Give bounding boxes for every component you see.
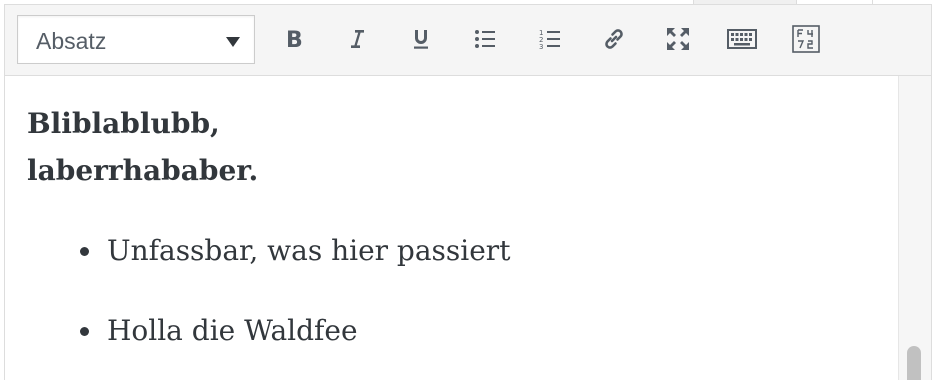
fullscreen-button[interactable]: [656, 17, 700, 61]
toggle-toolbar-button[interactable]: [720, 17, 764, 61]
italic-button[interactable]: [335, 17, 379, 61]
bullet-icon: [80, 327, 89, 336]
svg-text:B: B: [286, 28, 303, 51]
bold-paragraph: Bliblablubb, laberrhababer.: [27, 100, 258, 194]
keyboard-icon: [727, 29, 757, 49]
editor-toolbar: Absatz B 1 2 3: [5, 5, 931, 76]
numbered-list-button[interactable]: 1 2 3: [528, 17, 572, 61]
italic-icon: [351, 30, 364, 48]
editor-content[interactable]: Bliblablubb, laberrhababer. Unfassbar, w…: [5, 76, 898, 380]
link-icon: [605, 29, 623, 49]
character-map-button[interactable]: [784, 17, 828, 61]
paragraph-line: Bliblablubb,: [27, 107, 220, 140]
bold-button[interactable]: B: [272, 17, 316, 61]
bullet-list-icon: [475, 30, 495, 48]
underline-button[interactable]: [399, 17, 443, 61]
paragraph-line: laberrhababer.: [27, 154, 259, 187]
scrollbar-thumb[interactable]: [907, 346, 921, 380]
format-select-value: Absatz: [36, 28, 107, 54]
rich-text-editor: Absatz B 1 2 3 Bliblablubb, laberrhababe…: [4, 4, 932, 380]
svg-text:3: 3: [539, 43, 543, 51]
chevron-down-icon: [226, 37, 240, 47]
vertical-scrollbar[interactable]: [898, 76, 931, 380]
bold-icon: B: [286, 28, 303, 51]
numbered-list-icon: 1 2 3: [539, 29, 560, 51]
character-map-icon: [792, 25, 820, 53]
list-item-text: Holla die Waldfee: [107, 314, 358, 347]
fullscreen-icon: [667, 28, 689, 50]
list-item-text: Unfassbar, was hier passiert: [107, 234, 511, 267]
underline-icon: [414, 30, 428, 49]
editor-frame: Absatz B 1 2 3 Bliblablubb, laberrhababe…: [0, 0, 936, 380]
bullet-list-button[interactable]: [463, 17, 507, 61]
insert-link-button[interactable]: [592, 17, 636, 61]
format-select[interactable]: Absatz: [17, 15, 255, 64]
bullet-icon: [80, 247, 89, 256]
